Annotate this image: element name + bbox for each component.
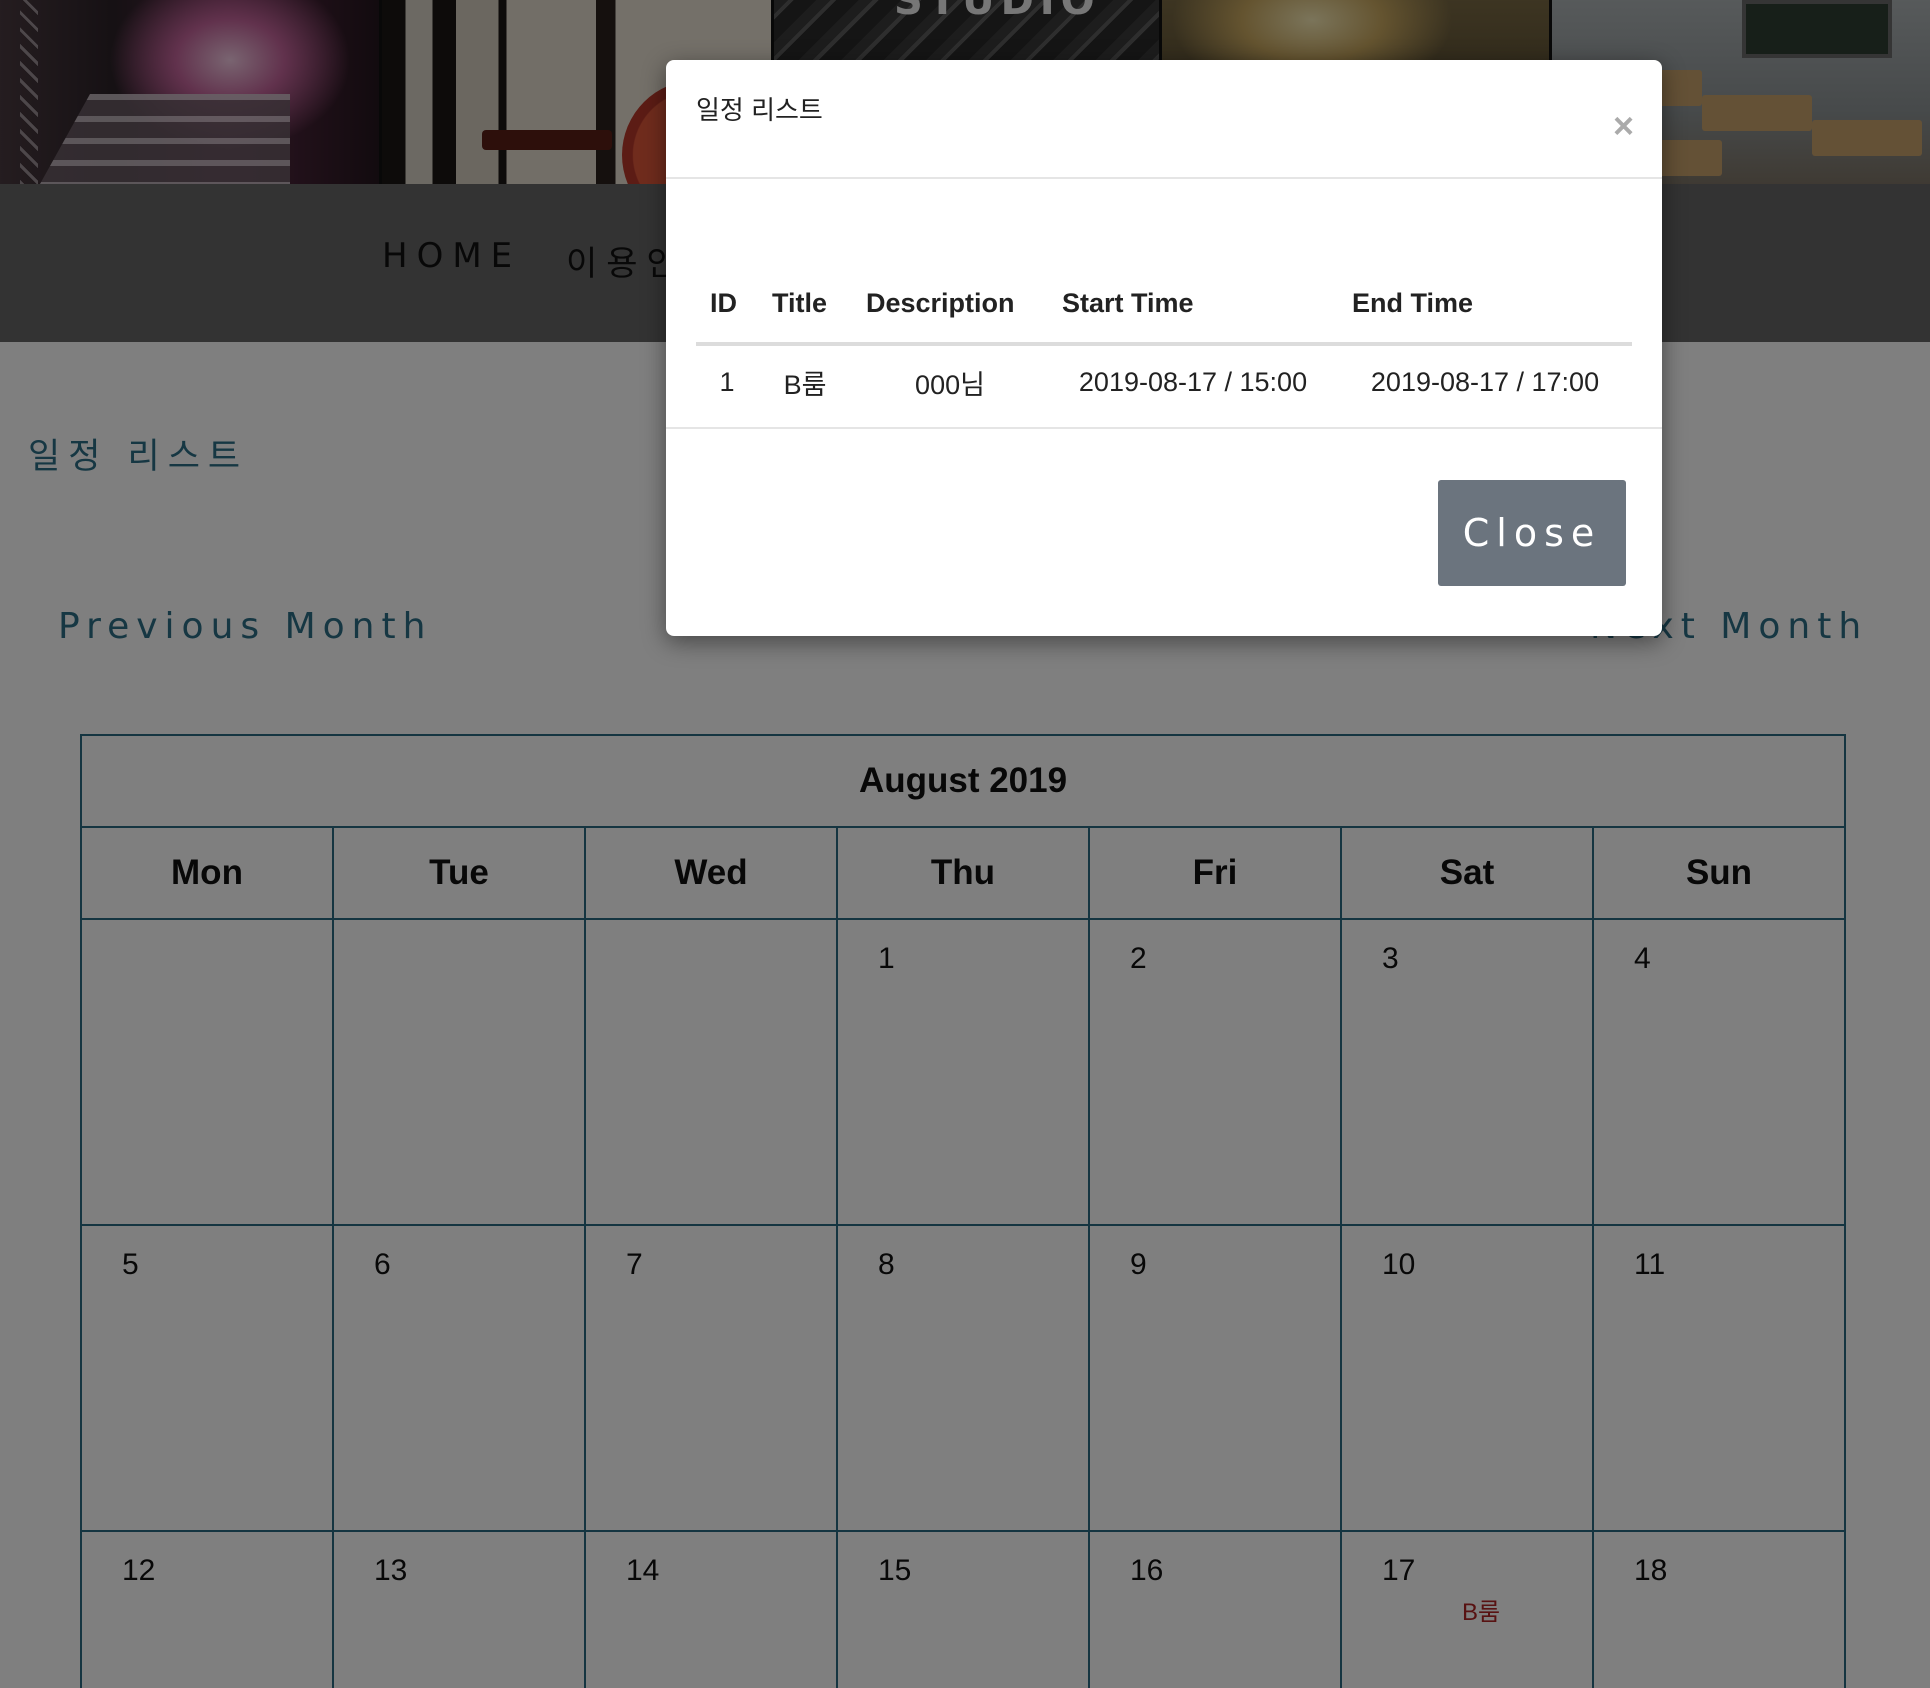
cell-end-time: 2019-08-17 / 17:00 [1370,366,1600,397]
column-header-title: Title [758,265,852,346]
cell-id: 1 [719,366,735,397]
schedule-list-modal: 일정 리스트 × ID Title Description Start Time… [666,60,1662,636]
cell-description: 000님 [915,369,985,400]
modal-header: 일정 리스트 × [666,60,1662,179]
close-button[interactable]: Close [1438,480,1626,586]
cell-title: B룸 [783,369,827,400]
column-header-description: Description [852,265,1048,346]
table-row: 1 B룸 000님 2019-08-17 / 15:00 2019-08-17 … [696,344,1632,418]
schedule-table: ID Title Description Start Time End Time… [696,265,1632,418]
column-header-end-time: End Time [1338,265,1632,346]
close-icon[interactable]: × [1613,108,1634,144]
cell-start-time: 2019-08-17 / 15:00 [1078,366,1308,397]
column-header-id: ID [696,265,758,346]
modal-title: 일정 리스트 [696,95,823,125]
column-header-start-time: Start Time [1048,265,1338,346]
